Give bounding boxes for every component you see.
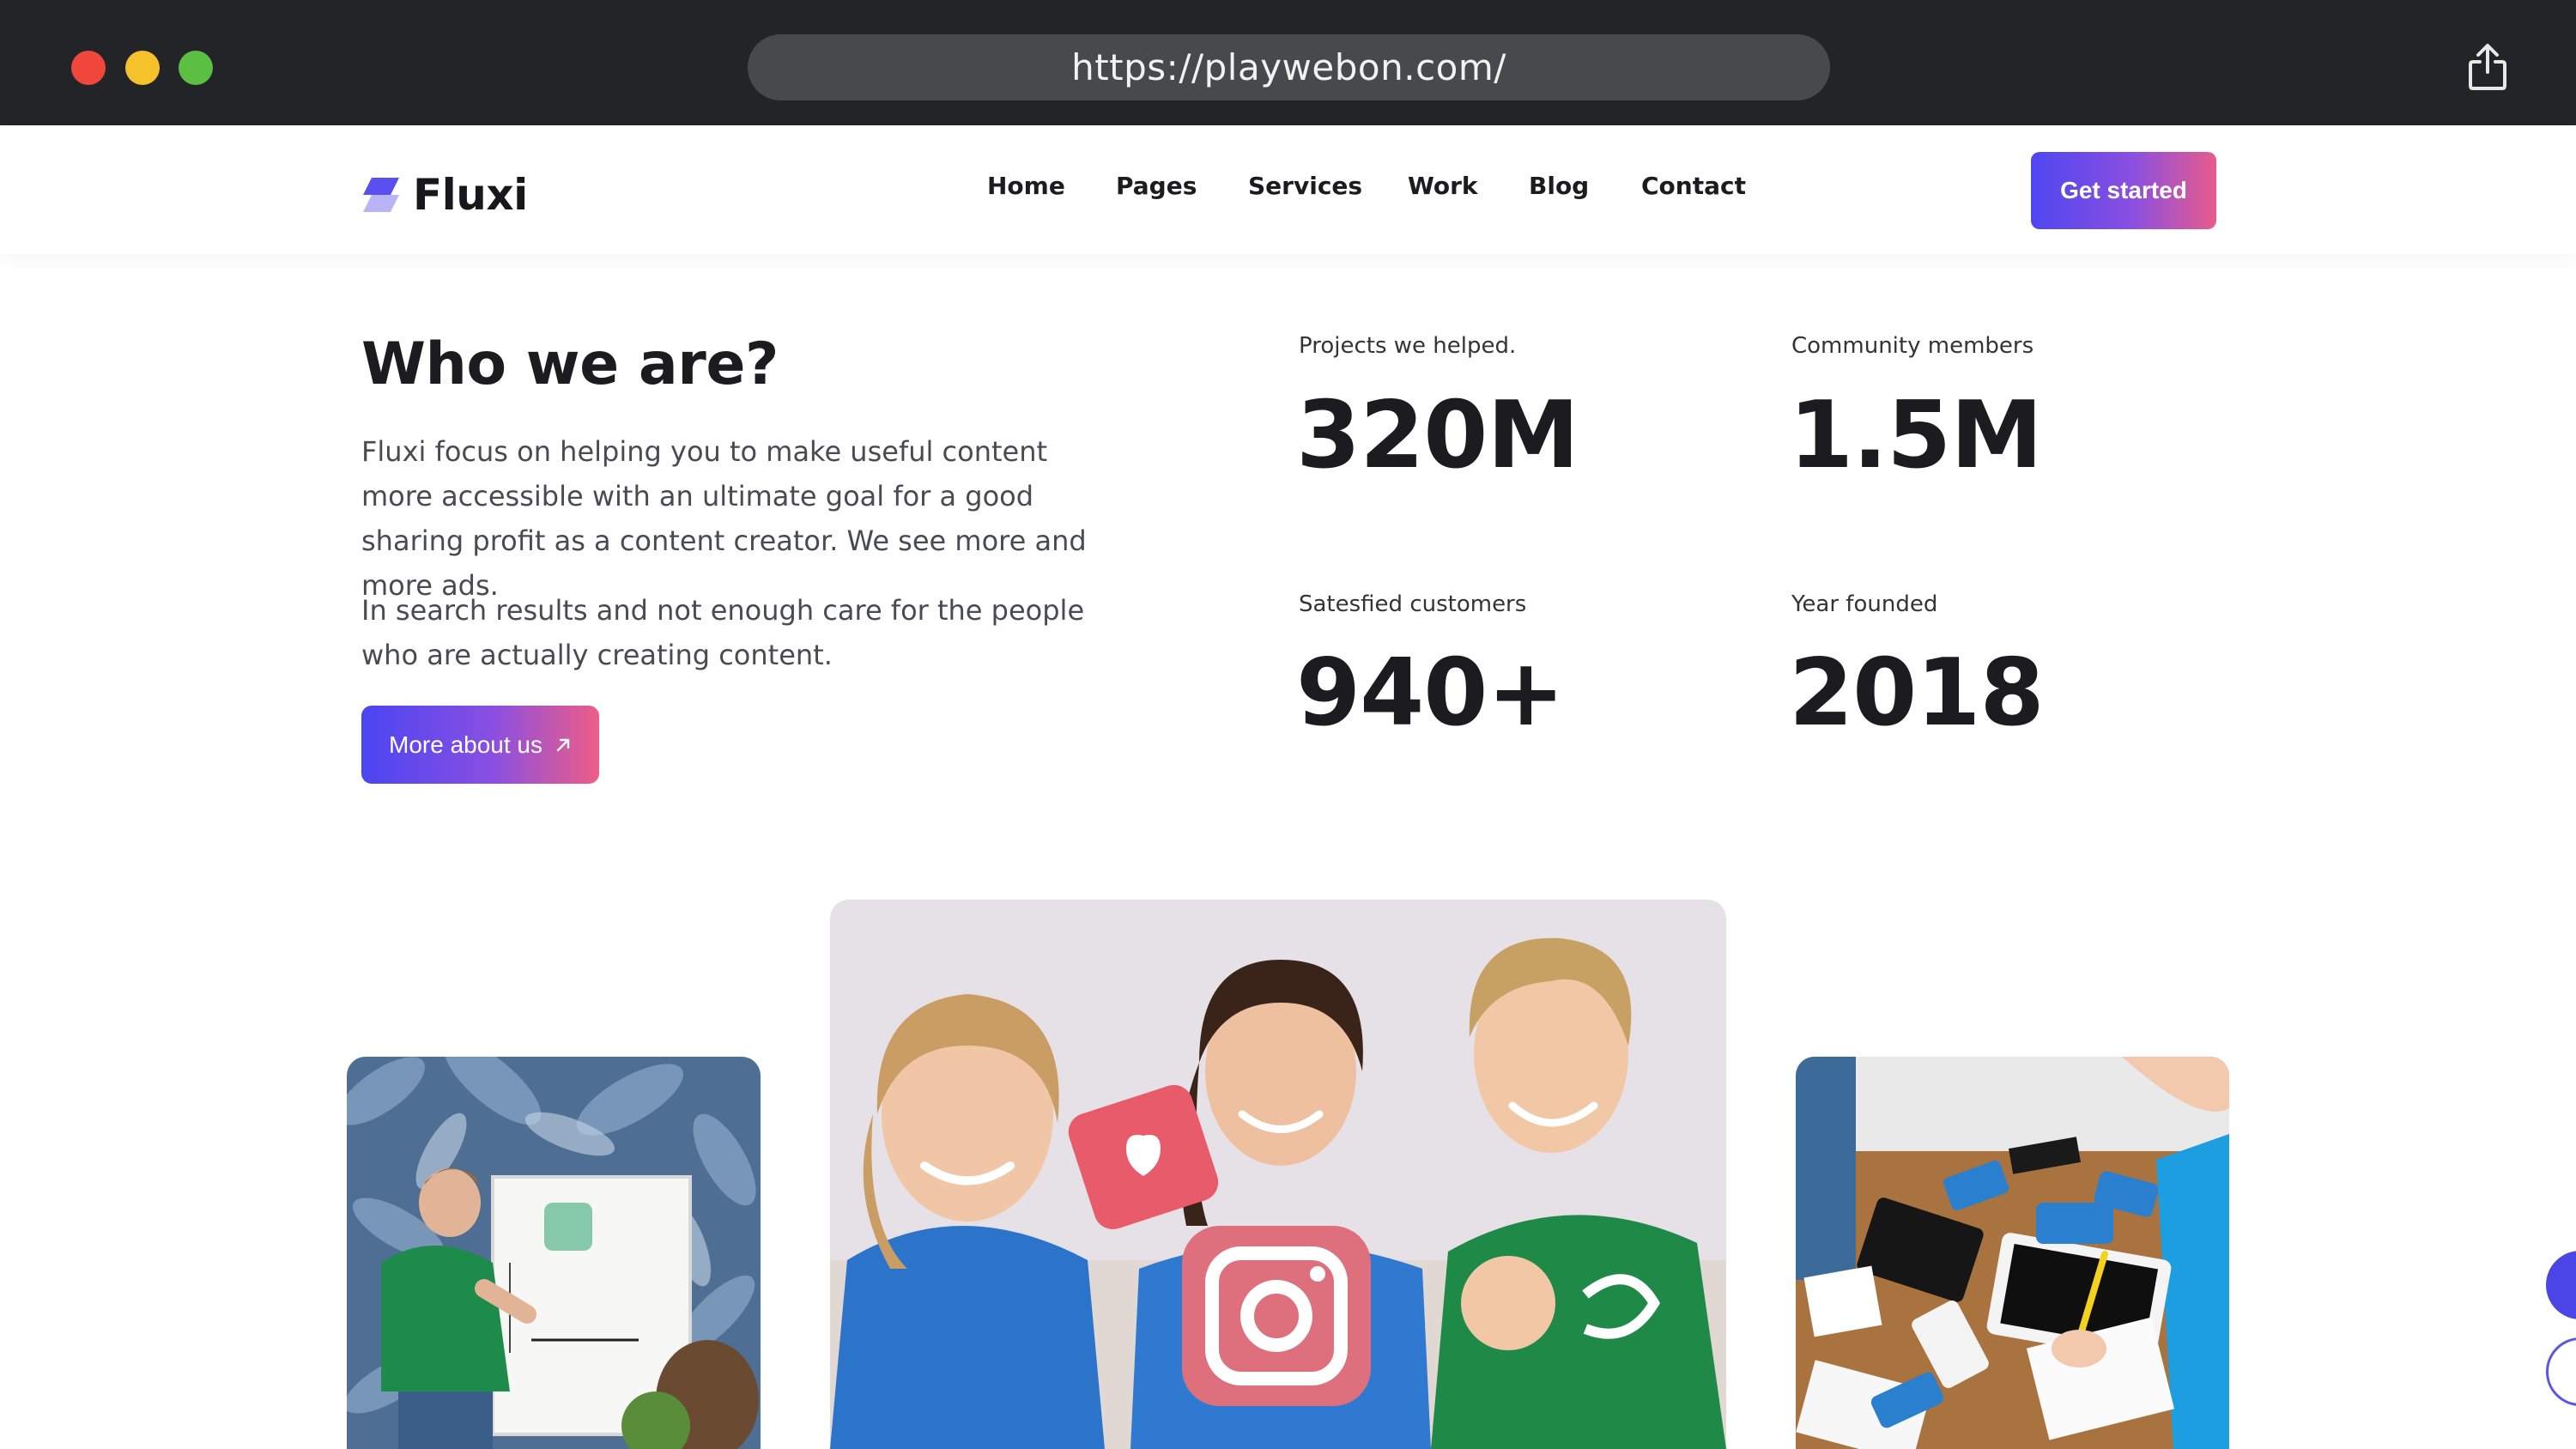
address-bar[interactable]: https://playwebon.com/ xyxy=(748,34,1830,100)
stat-value-founded: 2018 xyxy=(1789,640,2045,747)
stat-value-customers: 940+ xyxy=(1296,640,1565,747)
window-minimize-button[interactable] xyxy=(125,51,160,85)
site-navbar: Fluxi Home Pages Services Work Blog Cont… xyxy=(0,125,2576,254)
more-about-us-button[interactable]: More about us xyxy=(361,706,599,784)
nav-item-services[interactable]: Services xyxy=(1248,172,1362,200)
brand-name: Fluxi xyxy=(413,170,528,220)
stat-label-founded: Year founded xyxy=(1791,591,1938,617)
about-paragraph-1: Fluxi focus on helping you to make usefu… xyxy=(361,435,1087,602)
nav-item-home[interactable]: Home xyxy=(987,172,1065,200)
section-heading: Who we are? xyxy=(361,330,779,398)
team-social-media-image xyxy=(830,900,1726,1449)
stat-label-customers: Satesfied customers xyxy=(1299,591,1527,617)
window-maximize-button[interactable] xyxy=(179,51,213,85)
stat-label-projects: Projects we helped. xyxy=(1299,333,1517,359)
stat-label-community: Community members xyxy=(1791,333,2034,359)
more-about-us-label: More about us xyxy=(389,731,542,758)
stat-value-community: 1.5M xyxy=(1789,382,2043,489)
chat-widget-button[interactable] xyxy=(2546,1251,2576,1319)
brand-logo[interactable]: Fluxi xyxy=(361,170,528,220)
arrow-up-right-icon xyxy=(556,738,570,751)
browser-chrome: https://playwebon.com/ xyxy=(0,0,2576,125)
get-started-button[interactable]: Get started xyxy=(2031,152,2216,229)
nav-item-pages[interactable]: Pages xyxy=(1116,172,1197,200)
stat-value-projects: 320M xyxy=(1296,382,1579,489)
team-whiteboard-image xyxy=(347,1057,761,1449)
window-close-button[interactable] xyxy=(71,51,106,85)
team-workspace-image xyxy=(1796,1057,2229,1449)
nav-item-work[interactable]: Work xyxy=(1408,172,1478,200)
about-paragraph-2: In search results and not enough care fo… xyxy=(361,594,1085,671)
nav-item-contact[interactable]: Contact xyxy=(1641,172,1746,200)
scroll-to-top-button[interactable] xyxy=(2546,1337,2576,1406)
share-icon[interactable] xyxy=(2466,43,2509,91)
nav-item-blog[interactable]: Blog xyxy=(1529,172,1589,200)
brand-logo-icon xyxy=(363,178,399,212)
